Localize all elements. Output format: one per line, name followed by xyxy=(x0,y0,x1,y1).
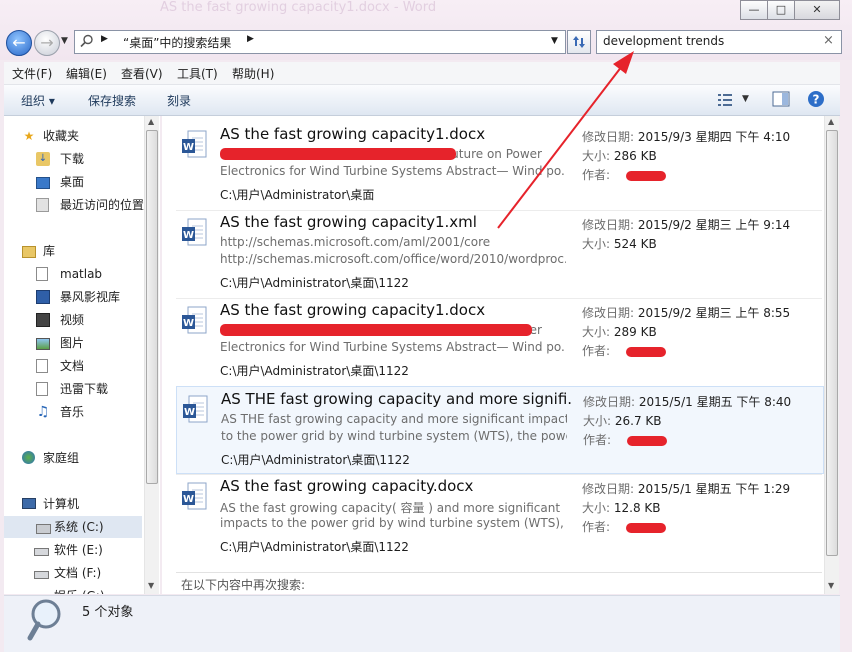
annotation-arrow xyxy=(497,51,634,229)
